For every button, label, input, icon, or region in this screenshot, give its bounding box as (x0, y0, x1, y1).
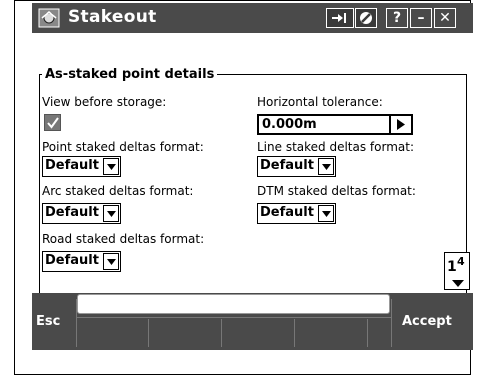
softkey-divider (148, 319, 149, 347)
esc-button[interactable]: Esc (36, 314, 60, 329)
view-before-storage-label: View before storage: (42, 95, 167, 109)
no-entry-icon[interactable] (355, 8, 377, 28)
horizontal-tolerance-value: 0.000m (262, 117, 317, 132)
stakeout-app-icon[interactable] (38, 8, 60, 28)
minimize-button[interactable]: – (410, 8, 432, 28)
view-before-storage-checkbox[interactable] (44, 114, 61, 131)
arc-deltas-select[interactable]: Default (42, 203, 121, 224)
road-deltas-select[interactable]: Default (42, 251, 121, 272)
chevron-down-icon[interactable] (318, 158, 334, 175)
page-current: 1 (447, 259, 457, 275)
section-title: As-staked point details (42, 67, 218, 82)
window-title: Stakeout (68, 7, 157, 27)
horizontal-tolerance-field[interactable]: 0.000m (257, 114, 413, 135)
transfer-icon[interactable] (326, 8, 354, 28)
point-deltas-value: Default (45, 158, 99, 173)
arc-deltas-value: Default (45, 205, 99, 220)
softkey-divider (367, 319, 368, 347)
dtm-deltas-value: Default (260, 205, 314, 220)
line-deltas-label: Line staked deltas format: (257, 140, 415, 154)
chevron-right-icon[interactable] (389, 116, 411, 133)
page-indicator[interactable]: 1 4 (444, 252, 470, 290)
chevron-down-icon[interactable] (103, 205, 119, 222)
checkmark-icon (47, 117, 59, 129)
softkey-divider (221, 319, 222, 347)
close-button[interactable]: ✕ (434, 8, 456, 28)
help-button[interactable]: ? (386, 8, 408, 28)
point-deltas-label: Point staked deltas format: (42, 140, 204, 154)
chevron-down-icon (452, 280, 464, 287)
road-deltas-label: Road staked deltas format: (42, 232, 205, 246)
dtm-deltas-select[interactable]: Default (257, 203, 336, 224)
accept-button[interactable]: Accept (402, 314, 452, 329)
softkey-divider (391, 299, 392, 347)
horizontal-tolerance-label: Horizontal tolerance: (257, 95, 383, 109)
title-bar: Stakeout ? – ✕ (32, 3, 473, 33)
chevron-down-icon[interactable] (103, 253, 119, 270)
line-deltas-value: Default (260, 158, 314, 173)
arc-deltas-label: Arc staked deltas format: (42, 184, 194, 198)
softkey-divider (77, 317, 391, 318)
softkey-input[interactable] (77, 294, 390, 314)
page-total: 4 (457, 255, 465, 268)
road-deltas-value: Default (45, 253, 99, 268)
chevron-down-icon[interactable] (318, 205, 334, 222)
dtm-deltas-label: DTM staked deltas format: (257, 184, 416, 198)
point-deltas-select[interactable]: Default (42, 156, 121, 177)
device-screen: Stakeout ? – ✕ As-staked point details V… (32, 3, 473, 350)
line-deltas-select[interactable]: Default (257, 156, 336, 177)
softkey-divider (76, 299, 77, 347)
softkey-divider (294, 319, 295, 347)
chevron-down-icon[interactable] (103, 158, 119, 175)
